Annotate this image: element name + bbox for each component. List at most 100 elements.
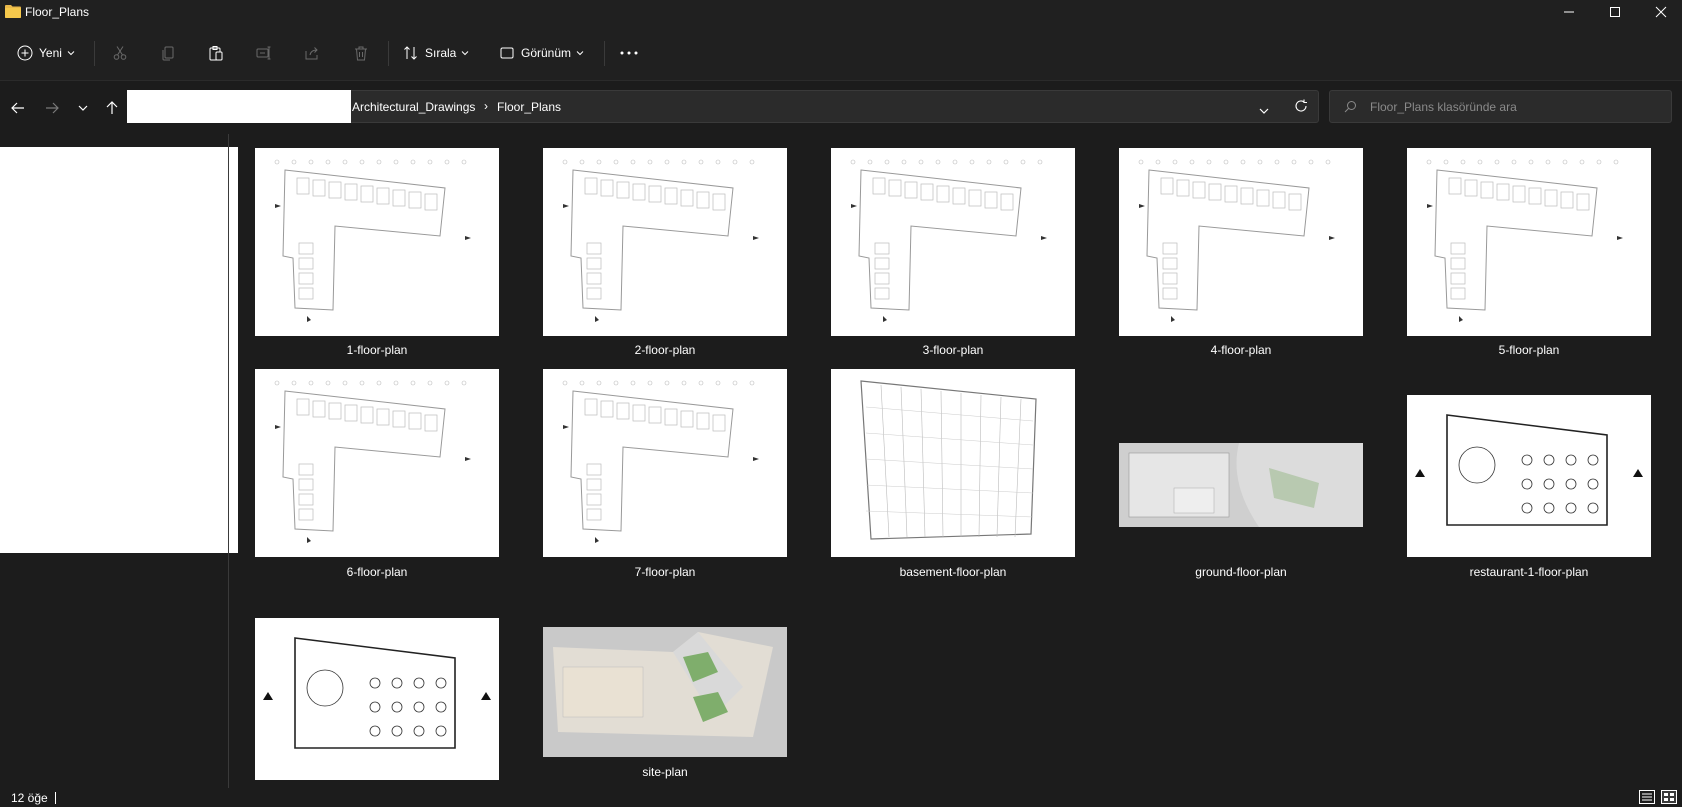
sort-button[interactable]: Sırala [403, 24, 469, 81]
cut-button[interactable] [112, 24, 128, 81]
address-history-button[interactable] [1259, 103, 1269, 117]
plus-circle-icon [17, 45, 33, 60]
view-label: Görünüm [521, 45, 572, 60]
close-button[interactable] [1638, 0, 1682, 24]
file-name[interactable]: site-plan [543, 765, 787, 779]
back-button[interactable] [4, 82, 32, 134]
refresh-button[interactable] [1294, 99, 1308, 116]
toolbar-separator [94, 41, 95, 66]
toolbar-separator [388, 41, 389, 66]
file-thumbnail[interactable] [543, 627, 787, 757]
status-divider [55, 792, 56, 804]
file-tile[interactable]: 2-floor-plan [543, 148, 787, 357]
close-icon [1655, 6, 1667, 18]
recent-locations-button[interactable] [69, 82, 97, 134]
chevron-down-icon [462, 50, 469, 55]
up-button[interactable] [98, 82, 126, 134]
navigation-row: Architectural_Drawings › Floor_Plans Flo… [0, 82, 1682, 134]
maximize-icon [1610, 7, 1620, 17]
minimize-icon [1564, 11, 1574, 13]
file-name[interactable]: ground-floor-plan [1119, 565, 1363, 579]
paste-icon [209, 45, 223, 60]
file-thumbnail[interactable] [1407, 148, 1651, 336]
file-name[interactable]: 7-floor-plan [543, 565, 787, 579]
breadcrumb-separator-icon: › [484, 99, 488, 113]
file-name[interactable]: 6-floor-plan [255, 565, 499, 579]
file-tile[interactable]: 5-floor-plan [1407, 148, 1651, 357]
file-tile[interactable]: 7-floor-plan [543, 369, 787, 579]
file-thumbnail[interactable] [831, 148, 1075, 336]
file-name[interactable]: restaurant-1-floor-plan [1407, 565, 1651, 579]
new-label: Yeni [39, 45, 62, 60]
minimize-button[interactable] [1546, 0, 1592, 24]
pane-divider[interactable] [228, 134, 229, 788]
file-tile[interactable]: 4-floor-plan [1119, 148, 1363, 357]
file-thumbnail[interactable] [255, 618, 499, 780]
chevron-down-icon [78, 105, 88, 111]
paste-button[interactable] [208, 24, 224, 81]
file-tile[interactable]: site-plan [543, 592, 787, 780]
file-thumbnail[interactable] [1407, 395, 1651, 557]
address-bar[interactable]: Architectural_Drawings › Floor_Plans [127, 90, 1319, 123]
copy-icon [162, 46, 174, 60]
file-name[interactable]: 1-floor-plan [255, 343, 499, 357]
chevron-down-icon [576, 50, 584, 55]
item-count: 12 öğe [11, 791, 48, 805]
search-icon [1344, 101, 1356, 113]
file-thumbnail[interactable] [1119, 443, 1363, 527]
sort-icon [404, 45, 417, 60]
copy-button[interactable] [160, 24, 176, 81]
file-tile[interactable]: restaurant-ground-floor-plan [255, 592, 499, 780]
search-placeholder: Floor_Plans klasöründe ara [1370, 100, 1517, 114]
chevron-down-icon [1259, 108, 1269, 114]
file-thumbnail[interactable] [1119, 148, 1363, 336]
chevron-down-icon [67, 50, 75, 55]
status-bar: 12 öğe [0, 788, 1682, 807]
share-button[interactable] [304, 24, 320, 81]
delete-button[interactable] [353, 24, 369, 81]
rename-button[interactable] [256, 24, 272, 81]
file-tile[interactable]: 3-floor-plan [831, 148, 1075, 357]
address-redacted-segment [127, 90, 351, 123]
share-icon [305, 46, 318, 59]
search-input[interactable]: Floor_Plans klasöründe ara [1329, 90, 1672, 123]
new-button[interactable]: Yeni [17, 24, 75, 81]
rename-icon [256, 46, 271, 59]
forward-button[interactable] [38, 82, 66, 134]
file-name[interactable]: 2-floor-plan [543, 343, 787, 357]
more-icon [620, 51, 638, 54]
navigation-pane[interactable] [0, 147, 238, 553]
title-bar: Floor_Plans [0, 0, 1682, 24]
command-bar: Yeni Sırala Görünüm [0, 24, 1682, 81]
breadcrumb-architectural-drawings[interactable]: Architectural_Drawings [352, 100, 475, 114]
refresh-icon [1295, 99, 1307, 112]
folder-icon [5, 5, 21, 18]
window-title: Floor_Plans [25, 5, 90, 19]
toolbar-separator [604, 41, 605, 66]
sort-label: Sırala [425, 45, 457, 60]
file-tile[interactable]: 6-floor-plan [255, 369, 499, 579]
file-tile[interactable]: ground-floor-plan [1119, 369, 1363, 579]
more-button[interactable] [620, 24, 638, 81]
breadcrumb-floor-plans[interactable]: Floor_Plans [497, 100, 561, 114]
file-name[interactable]: 4-floor-plan [1119, 343, 1363, 357]
file-tile[interactable]: 1-floor-plan [255, 148, 499, 357]
file-name[interactable]: basement-floor-plan [831, 565, 1075, 579]
file-thumbnail[interactable] [543, 369, 787, 557]
view-button[interactable]: Görünüm [499, 24, 584, 81]
file-thumbnail[interactable] [255, 148, 499, 336]
file-name[interactable]: restaurant-ground-floor-plan [255, 765, 499, 779]
maximize-button[interactable] [1592, 0, 1638, 24]
file-thumbnail[interactable] [543, 148, 787, 336]
details-view-icon[interactable] [1639, 790, 1655, 804]
file-tile[interactable]: restaurant-1-floor-plan [1407, 369, 1651, 579]
large-icons-view-icon[interactable] [1661, 790, 1677, 804]
file-tile[interactable]: basement-floor-plan [831, 369, 1075, 579]
file-thumbnail[interactable] [831, 369, 1075, 557]
view-icon [500, 47, 514, 58]
file-thumbnail[interactable] [255, 369, 499, 557]
arrow-right-icon [46, 102, 59, 114]
file-name[interactable]: 5-floor-plan [1407, 343, 1651, 357]
file-name[interactable]: 3-floor-plan [831, 343, 1075, 357]
arrow-up-icon [106, 101, 118, 114]
